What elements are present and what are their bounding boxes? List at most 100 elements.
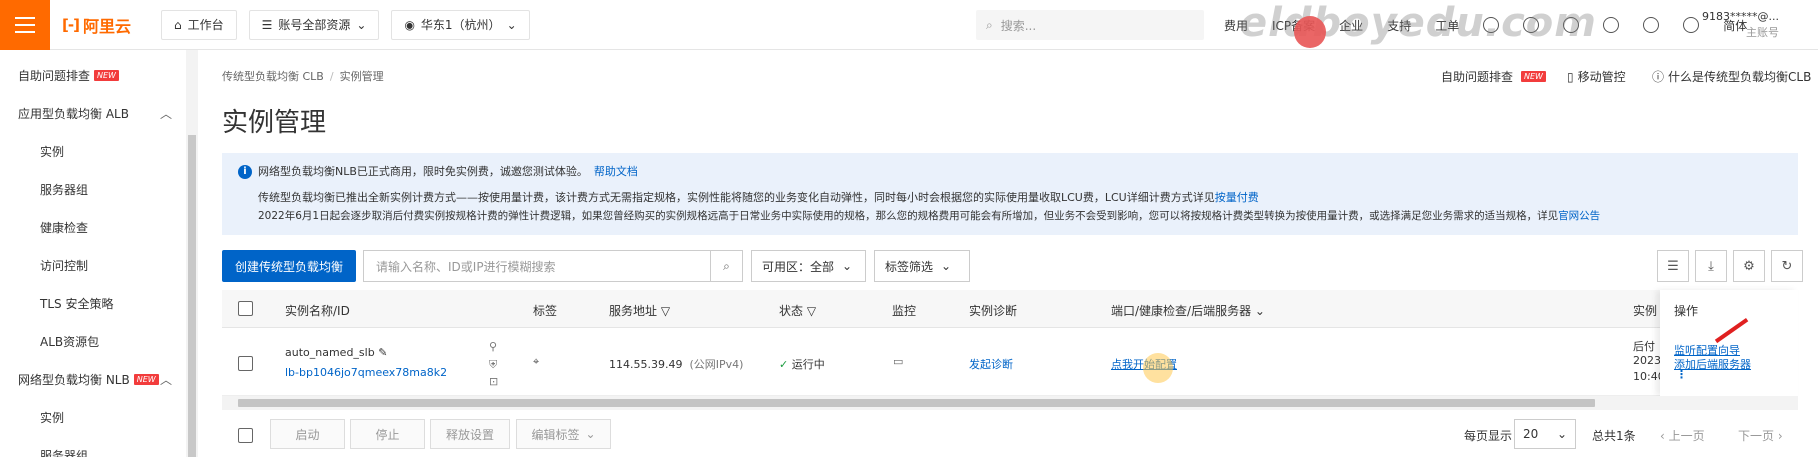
sidebar-item-troubleshoot[interactable]: 自助问题排查 NEW: [0, 56, 186, 94]
monitor-icon[interactable]: ▭: [893, 355, 903, 368]
menu-icon[interactable]: [0, 0, 50, 50]
sidebar-item-label: 自助问题排查: [18, 68, 91, 83]
tag-filter[interactable]: 标签筛选 ⌄: [874, 250, 970, 282]
sidebar-item-label: 访问控制: [40, 258, 89, 273]
search-icon[interactable]: ⌕: [710, 251, 742, 281]
diagnose-link[interactable]: 发起诊断: [969, 356, 1013, 372]
page-size-select[interactable]: 20 ⌄: [1514, 419, 1576, 449]
announcement-link[interactable]: 官网公告: [1558, 210, 1600, 222]
sidebar-item-alb[interactable]: 应用型负载均衡 ALB ︿: [0, 94, 186, 132]
hscroll-thumb[interactable]: [238, 399, 1595, 407]
brand-logo[interactable]: [-] 阿里云: [62, 13, 131, 37]
chevron-up-icon: ︿: [159, 106, 172, 121]
new-badge: NEW: [1521, 71, 1546, 82]
brand-text: 阿里云: [82, 16, 131, 36]
instance-id-link[interactable]: lb-bp1046jo7qmeex78ma8k2: [285, 366, 447, 379]
watermark: eldboyedu.com: [1240, 0, 1597, 46]
search-placeholder: 搜索...: [1000, 18, 1037, 33]
refresh-icon[interactable]: ↻: [1771, 250, 1803, 282]
resource-label: 账号全部资源: [278, 18, 351, 32]
region-label: 华东1（杭州）: [420, 18, 501, 32]
column-settings-icon[interactable]: ☰: [1657, 250, 1689, 282]
resource-selector[interactable]: ☰ 账号全部资源 ⌄: [248, 9, 380, 40]
edit-tags-button[interactable]: 编辑标签 ⌄: [516, 419, 611, 449]
create-clb-button[interactable]: 创建传统型负载均衡: [222, 250, 356, 282]
location-icon: ◉: [404, 17, 415, 32]
release-settings-button[interactable]: 释放设置: [430, 419, 510, 449]
workbench-button[interactable]: ⌂ 工作台: [160, 9, 237, 40]
question-icon: ⓘ: [1652, 70, 1665, 84]
zone-label: 可用区：全部: [762, 259, 835, 274]
sidebar-scroll-thumb[interactable]: [188, 135, 196, 457]
account-menu[interactable]: 9183*****@... 主账号: [1702, 9, 1779, 41]
sidebar-item-nlb[interactable]: 网络型负载均衡 NLB NEW ︿: [0, 360, 186, 398]
global-search-input[interactable]: ⌕ 搜索...: [976, 10, 1204, 40]
col-address-label: 服务地址: [609, 304, 658, 318]
chevron-down-icon: ⌄: [356, 17, 367, 32]
account-name: 9183*****@...: [1702, 10, 1779, 23]
filter-icon: ▽: [806, 304, 817, 318]
breadcrumb-root[interactable]: 传统型负载均衡 CLB: [222, 70, 324, 83]
download-icon[interactable]: ⤓: [1695, 250, 1727, 282]
stack-icon: ☰: [261, 17, 273, 32]
what-is-clb-link[interactable]: ⓘ 什么是传统型负载均衡CLB: [1652, 68, 1811, 85]
sidebar-item-health-check[interactable]: 健康检查: [0, 208, 186, 246]
zone-filter[interactable]: 可用区：全部 ⌄: [751, 250, 866, 282]
col-ports[interactable]: 端口/健康检查/后端服务器 ⌄: [1111, 302, 1265, 319]
mobile-label: 移动管控: [1577, 70, 1626, 84]
info-icon: i: [238, 165, 252, 179]
next-page-button[interactable]: 下一页 ›: [1738, 427, 1783, 444]
mobile-control-link[interactable]: ▯ 移动管控: [1567, 68, 1626, 85]
gear-icon[interactable]: ⚙: [1733, 250, 1765, 282]
sidebar-item-access-control[interactable]: 访问控制: [0, 246, 186, 284]
row-checkbox[interactable]: [238, 356, 253, 371]
location-icon[interactable]: ⚲: [489, 340, 497, 353]
instance-search-input[interactable]: 请输入名称、ID或IP进行模糊搜索 ⌕: [363, 250, 743, 282]
troubleshoot-label: 自助问题排查: [1441, 70, 1514, 84]
select-all-checkbox[interactable]: [238, 301, 253, 316]
col-address[interactable]: 服务地址 ▽: [609, 302, 670, 319]
more-icon[interactable]: ⋮: [1676, 368, 1687, 381]
col-status[interactable]: 状态 ▽: [779, 302, 816, 319]
sidebar-item-label: 服务器组: [40, 448, 89, 457]
shield-icon[interactable]: ⛨: [489, 358, 497, 372]
col-ports-label: 端口/健康检查/后端服务器: [1111, 304, 1252, 318]
start-button[interactable]: 启动: [270, 419, 345, 449]
region-selector[interactable]: ◉ 华东1（杭州） ⌄: [391, 9, 530, 40]
chevron-down-icon: ⌄: [506, 17, 517, 32]
sidebar-item-label: ALB资源包: [40, 334, 100, 349]
prev-label: 上一页: [1668, 429, 1705, 443]
footer-select-all-checkbox[interactable]: [238, 428, 253, 443]
prev-page-button[interactable]: ‹ 上一页: [1660, 427, 1705, 444]
col-tags: 标签: [533, 304, 558, 318]
new-badge: NEW: [94, 69, 119, 81]
edit-icon[interactable]: ✎: [378, 346, 387, 359]
help-icon[interactable]: [1643, 17, 1660, 33]
sidebar-item-label: 健康检查: [40, 220, 89, 235]
lock-icon[interactable]: ⊡: [489, 375, 498, 388]
help-doc-link[interactable]: 帮助文档: [594, 163, 638, 181]
sidebar-item-label: 实例: [40, 410, 65, 425]
status-text: 运行中: [791, 358, 825, 371]
total-count: 总共1条: [1592, 429, 1636, 443]
sidebar-item-alb-package[interactable]: ALB资源包: [0, 322, 186, 360]
troubleshoot-link[interactable]: 自助问题排查 NEW: [1441, 68, 1546, 85]
sidebar-item-tls-policy[interactable]: TLS 安全策略: [0, 284, 186, 322]
sidebar-item-alb-server-group[interactable]: 服务器组: [0, 170, 186, 208]
stop-button[interactable]: 停止: [350, 419, 425, 449]
pay-as-you-go-link[interactable]: 按量付费: [1215, 191, 1259, 204]
notice-line3: 2022年6月1日起会逐步取消后付费实例按规格计费的弹性计费逻辑，如果您曾经购买…: [258, 210, 1559, 222]
operations-column: 操作 监听配置向导 添加后端服务器 ⋮: [1660, 290, 1798, 396]
col-name: 实例名称/ID: [285, 304, 350, 318]
breadcrumb-current: 实例管理: [339, 70, 384, 83]
tag-icon[interactable]: ⌖: [533, 355, 539, 369]
sidebar-item-alb-instance[interactable]: 实例: [0, 132, 186, 170]
user-icon[interactable]: [1683, 17, 1700, 33]
cart-icon[interactable]: [1603, 17, 1620, 33]
sidebar-item-nlb-server-group[interactable]: 服务器组: [0, 436, 186, 457]
col-monitor: 监控: [892, 304, 917, 318]
sidebar-item-nlb-instance[interactable]: 实例: [0, 398, 186, 436]
account-role: 主账号: [1745, 26, 1779, 39]
home-icon: ⌂: [173, 17, 182, 32]
col-ops: 操作: [1674, 304, 1699, 318]
